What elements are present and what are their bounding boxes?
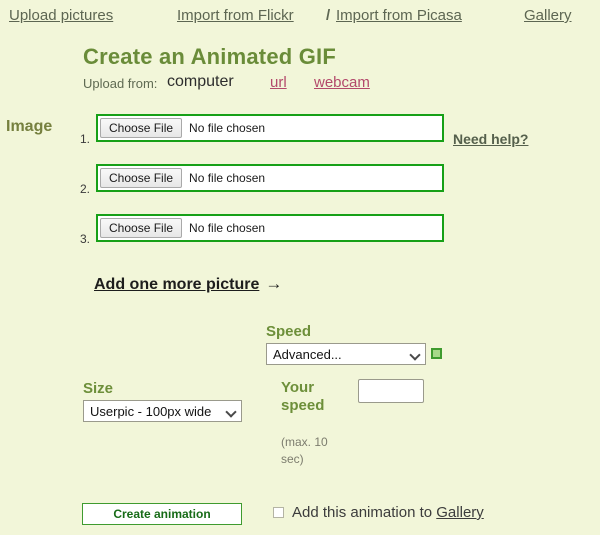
nav-link-gallery[interactable]: Gallery bbox=[524, 7, 572, 24]
page-title: Create an Animated GIF bbox=[83, 44, 336, 69]
add-to-gallery-label: Add this animation to Gallery bbox=[292, 504, 484, 521]
upload-from-current-computer: computer bbox=[167, 73, 234, 90]
speed-select-value: Advanced... bbox=[273, 346, 342, 362]
add-to-gallery-checkbox[interactable] bbox=[273, 507, 284, 518]
image-section-label: Image bbox=[6, 118, 53, 135]
file-status-text: No file chosen bbox=[189, 121, 266, 135]
add-one-more-picture-label[interactable]: Add one more picture bbox=[94, 276, 259, 293]
your-speed-max-note: (max. 10 sec) bbox=[281, 435, 328, 466]
upload-from-option-url[interactable]: url bbox=[270, 74, 287, 91]
file-status-text: No file chosen bbox=[189, 171, 266, 185]
chevron-down-icon bbox=[411, 350, 420, 359]
file-input-3[interactable]: Choose File No file chosen bbox=[96, 214, 444, 242]
file-input-2[interactable]: Choose File No file chosen bbox=[96, 164, 444, 192]
size-select[interactable]: Userpic - 100px wide bbox=[83, 400, 242, 422]
choose-file-button[interactable]: Choose File bbox=[100, 118, 183, 138]
nav-separator: / bbox=[326, 7, 331, 24]
nav-link-import-from-picasa[interactable]: Import from Picasa bbox=[336, 7, 462, 24]
speed-section-heading: Speed bbox=[266, 323, 312, 340]
upload-from-label: Upload from: bbox=[83, 76, 158, 91]
chevron-down-icon bbox=[227, 407, 236, 416]
upload-from-option-webcam[interactable]: webcam bbox=[314, 74, 370, 91]
file-status-text: No file chosen bbox=[189, 221, 266, 235]
arrow-right-icon: → bbox=[265, 274, 283, 293]
your-speed-heading: Your speed bbox=[281, 379, 325, 414]
speed-select[interactable]: Advanced... bbox=[266, 343, 426, 365]
choose-file-button[interactable]: Choose File bbox=[100, 218, 183, 238]
need-help-link[interactable]: Need help? bbox=[453, 131, 528, 147]
choose-file-button[interactable]: Choose File bbox=[100, 168, 183, 188]
green-square-icon[interactable] bbox=[431, 348, 442, 359]
file-row-index: 2. bbox=[80, 182, 91, 196]
nav-link-upload-pictures[interactable]: Upload pictures bbox=[9, 7, 113, 24]
top-navigation: Upload pictures Import from Flickr / Imp… bbox=[0, 7, 600, 31]
add-one-more-picture[interactable]: Add one more picture → bbox=[94, 274, 282, 294]
size-select-value: Userpic - 100px wide bbox=[90, 403, 212, 419]
gallery-link[interactable]: Gallery bbox=[436, 504, 484, 521]
file-row-index: 3. bbox=[80, 232, 91, 246]
size-section-heading: Size bbox=[83, 380, 114, 397]
file-row-index: 1. bbox=[80, 132, 91, 146]
add-to-gallery-text: Add this animation to bbox=[292, 504, 437, 521]
file-input-1[interactable]: Choose File No file chosen bbox=[96, 114, 444, 142]
create-animation-button[interactable]: Create animation bbox=[82, 503, 242, 525]
your-speed-input[interactable] bbox=[358, 379, 424, 403]
nav-link-import-from-flickr[interactable]: Import from Flickr bbox=[177, 7, 294, 24]
